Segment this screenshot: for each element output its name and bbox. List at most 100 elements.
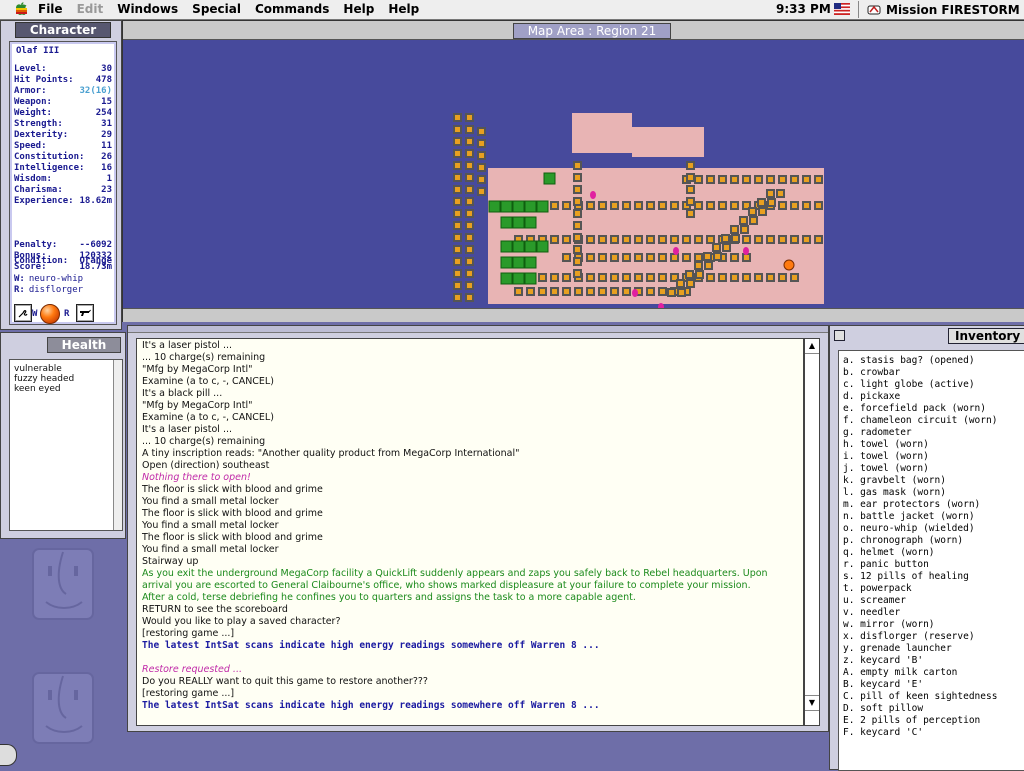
inventory-item[interactable]: a. stasis bag? (opened) bbox=[843, 355, 975, 367]
inventory-item[interactable]: i. towel (worn) bbox=[843, 451, 929, 463]
inventory-item[interactable]: f. chameleon circuit (worn) bbox=[843, 415, 997, 427]
inventory-item[interactable]: d. pickaxe bbox=[843, 391, 900, 403]
ranged-weapon-button[interactable] bbox=[76, 304, 94, 322]
map-vegetation bbox=[500, 272, 513, 285]
inventory-item[interactable]: x. disflorger (reserve) bbox=[843, 631, 975, 643]
apple-menu-icon[interactable] bbox=[14, 2, 28, 16]
stat-value: 11 bbox=[101, 141, 112, 151]
menu-windows[interactable]: Windows bbox=[111, 2, 184, 17]
inventory-item[interactable]: o. neuro-whip (wielded) bbox=[843, 523, 975, 535]
map-wall-light bbox=[455, 175, 460, 180]
map-wall-light bbox=[467, 175, 472, 180]
inventory-item[interactable]: w. mirror (worn) bbox=[843, 619, 935, 631]
character-window-title[interactable]: Character bbox=[15, 22, 111, 38]
map-wall-light bbox=[467, 163, 472, 168]
map-wall-light bbox=[540, 289, 545, 294]
menu-help[interactable]: Help bbox=[382, 2, 425, 17]
map-title-bar[interactable]: Map Area : Region 21 bbox=[123, 21, 1024, 40]
weapon-button[interactable] bbox=[14, 304, 32, 322]
map-wall-light bbox=[600, 289, 605, 294]
app-name: Mission FIRESTORM bbox=[886, 2, 1020, 17]
map-wall-light bbox=[792, 203, 797, 208]
scroll-up-arrow-icon[interactable]: ▲ bbox=[805, 339, 819, 354]
map-vegetation bbox=[536, 200, 549, 213]
character-window: Character Olaf III Level: 30 Hit Points: 47… bbox=[0, 20, 122, 330]
inventory-item[interactable]: F. keycard 'C' bbox=[843, 727, 923, 739]
application-switcher[interactable]: Mission FIRESTORM bbox=[858, 1, 1020, 18]
inventory-item[interactable]: z. keycard 'B' bbox=[843, 655, 923, 667]
map-wall-light bbox=[600, 237, 605, 242]
inventory-item[interactable]: v. needler bbox=[843, 607, 900, 619]
close-box-icon[interactable] bbox=[834, 330, 845, 341]
inventory-item[interactable]: y. grenade launcher bbox=[843, 643, 952, 655]
inventory-item[interactable]: t. powerpack bbox=[843, 583, 912, 595]
map-wall-light bbox=[741, 218, 746, 223]
map-wall-light bbox=[672, 237, 677, 242]
scroll-down-arrow-icon[interactable]: ▼ bbox=[805, 695, 819, 711]
stat-row: Weapon: 15 bbox=[14, 97, 112, 108]
inventory-item[interactable]: C. pill of keen sightedness bbox=[843, 691, 997, 703]
inventory-item[interactable]: e. forcefield pack (worn) bbox=[843, 403, 986, 415]
inventory-list: a. stasis bag? (opened) b. crowbar c. ligh… bbox=[838, 350, 1024, 771]
stat-row: Hit Points: 478 bbox=[14, 75, 112, 86]
map-wall-light bbox=[467, 295, 472, 300]
stat-value: 30 bbox=[101, 64, 112, 74]
map-wall-light bbox=[688, 281, 693, 286]
inventory-item[interactable]: B. keycard 'E' bbox=[843, 679, 923, 691]
map-wall-light bbox=[612, 255, 617, 260]
inventory-item[interactable]: j. towel (worn) bbox=[843, 463, 929, 475]
menu-special[interactable]: Special bbox=[186, 2, 247, 17]
menu-commands[interactable]: Commands bbox=[249, 2, 335, 17]
map-wall-light bbox=[756, 237, 761, 242]
map-wall-light bbox=[744, 275, 749, 280]
equipment-value: disflorger bbox=[28, 285, 84, 295]
message-window-grip[interactable] bbox=[128, 326, 828, 333]
map-wall-light bbox=[455, 187, 460, 192]
inventory-item[interactable]: b. crowbar bbox=[843, 367, 900, 379]
menu-file[interactable]: File bbox=[32, 2, 69, 17]
message-line: You find a small metal locker bbox=[142, 520, 279, 531]
inventory-item[interactable]: E. 2 pills of perception bbox=[843, 715, 980, 727]
inventory-item[interactable]: l. gas mask (worn) bbox=[843, 487, 946, 499]
menu-help[interactable]: Help bbox=[337, 2, 380, 17]
map-item-marker bbox=[632, 289, 638, 297]
health-scrollbar[interactable] bbox=[113, 360, 122, 530]
inventory-item[interactable]: g. radometer bbox=[843, 427, 912, 439]
inventory-item[interactable]: n. battle jacket (worn) bbox=[843, 511, 975, 523]
inventory-item[interactable]: A. empty milk carton bbox=[843, 667, 957, 679]
message-line: "Mfg by MegaCorp Intl" bbox=[142, 400, 253, 411]
map-canvas[interactable] bbox=[123, 40, 1023, 308]
message-line: The latest IntSat scans indicate high en… bbox=[142, 700, 600, 711]
message-scrollbar[interactable]: ▲ ▼ bbox=[804, 338, 820, 726]
condition-orb[interactable] bbox=[40, 304, 60, 324]
inventory-item[interactable]: h. towel (worn) bbox=[843, 439, 929, 451]
map-area[interactable] bbox=[123, 40, 1023, 308]
map-wall-light bbox=[467, 259, 472, 264]
map-wall-light bbox=[714, 245, 719, 250]
map-wall-light bbox=[467, 223, 472, 228]
inventory-item[interactable]: r. panic button bbox=[843, 559, 929, 571]
map-wall-light bbox=[720, 177, 725, 182]
map-wall-light bbox=[672, 255, 677, 260]
us-flag-icon[interactable] bbox=[834, 3, 850, 15]
health-window-title[interactable]: Health bbox=[47, 337, 121, 353]
inventory-item[interactable]: s. 12 pills of healing bbox=[843, 571, 969, 583]
inventory-item[interactable]: k. gravbelt (worn) bbox=[843, 475, 946, 487]
inventory-item[interactable]: u. screamer bbox=[843, 595, 906, 607]
map-wall-light bbox=[624, 237, 629, 242]
map-wall-light bbox=[759, 200, 764, 205]
launcher-tab[interactable] bbox=[0, 744, 17, 766]
message-line: Would you like to play a saved character… bbox=[142, 616, 341, 627]
inventory-item[interactable]: q. helmet (worn) bbox=[843, 547, 935, 559]
map-wall-light bbox=[636, 203, 641, 208]
menu-clock[interactable]: 9:33 PM bbox=[776, 2, 831, 17]
map-wall-light bbox=[705, 254, 710, 259]
weapon-button-row: W R bbox=[14, 304, 114, 324]
inventory-item[interactable]: D. soft pillow bbox=[843, 703, 923, 715]
inventory-item[interactable]: m. ear protectors (worn) bbox=[843, 499, 980, 511]
inventory-item[interactable]: p. chronograph (worn) bbox=[843, 535, 963, 547]
menu-edit[interactable]: Edit bbox=[71, 2, 110, 17]
map-wall-light bbox=[575, 211, 580, 216]
inventory-item[interactable]: c. light globe (active) bbox=[843, 379, 975, 391]
inventory-window-title[interactable]: Inventory bbox=[948, 328, 1024, 344]
